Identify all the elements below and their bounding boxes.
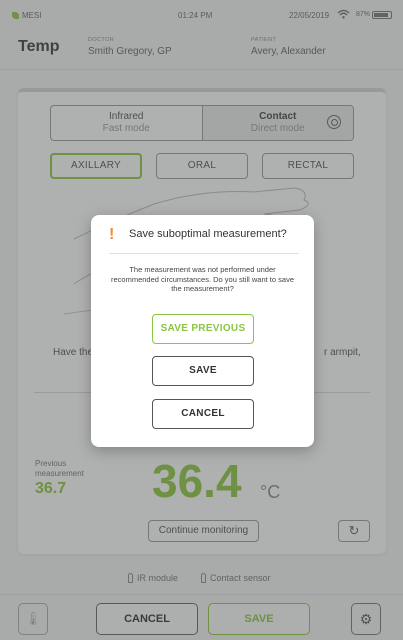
dialog-message: The measurement was not performed under … [111,265,294,293]
dialog-save-button[interactable]: SAVE [152,356,254,386]
dialog-divider [109,253,299,254]
dialog-cancel-button[interactable]: CANCEL [152,399,254,429]
suboptimal-measurement-dialog: ! Save suboptimal measurement? The measu… [91,215,314,447]
save-previous-button[interactable]: SAVE PREVIOUS [152,314,254,344]
dialog-title: Save suboptimal measurement? [129,228,287,240]
warning-icon: ! [109,226,115,243]
